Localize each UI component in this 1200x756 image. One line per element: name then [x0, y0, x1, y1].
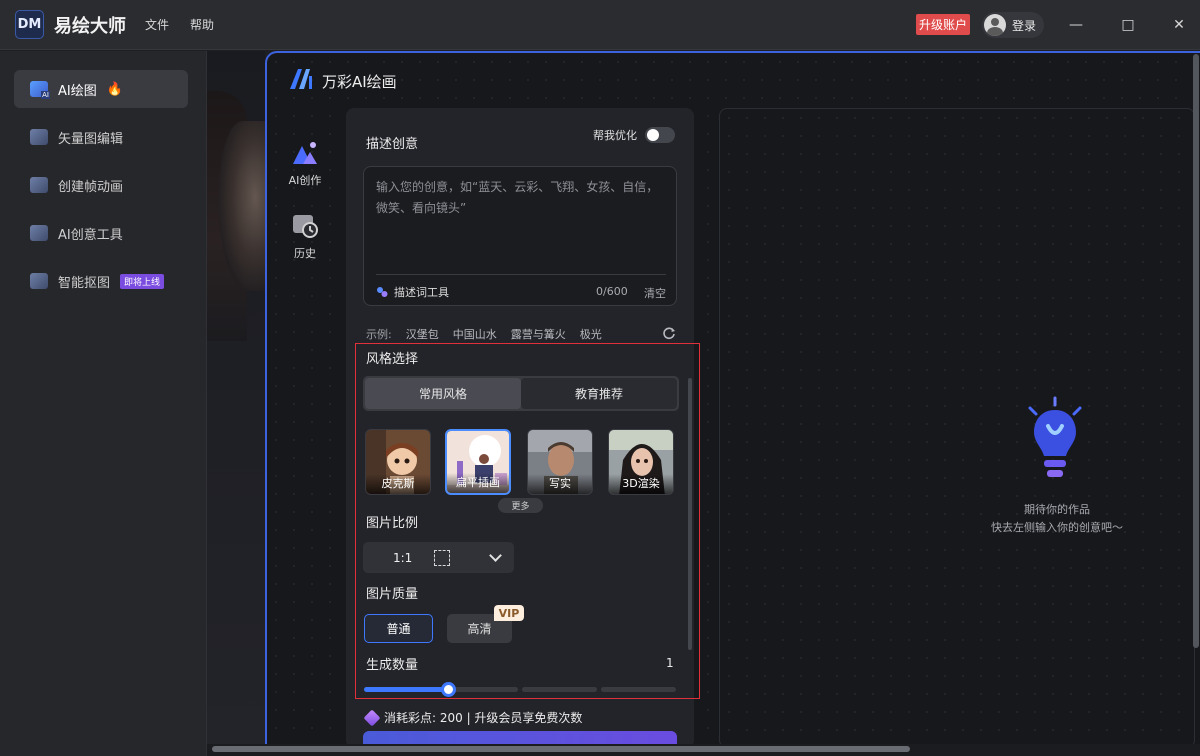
maximize-button[interactable]: □ — [1115, 12, 1141, 38]
more-styles-button[interactable]: 更多 — [498, 498, 543, 513]
vector-edit-icon — [30, 129, 48, 145]
avatar — [984, 14, 1006, 36]
optimize-toggle[interactable]: 帮我优化 — [593, 127, 675, 143]
style-card-label: 3D渲染 — [609, 474, 673, 494]
login-button[interactable]: 登录 — [982, 12, 1045, 38]
examples-label: 示例: — [366, 328, 392, 341]
chevron-down-icon — [489, 549, 502, 562]
describe-title: 描述创意 — [366, 137, 419, 152]
sidebar-item-label: 智能抠图 — [58, 275, 111, 291]
style-card-label: 写实 — [528, 474, 592, 494]
history-icon — [293, 215, 318, 238]
horizontal-scrollbar[interactable] — [207, 744, 1200, 756]
ratio-select[interactable]: 1:1 — [363, 542, 514, 573]
tab-label: AI创作 — [288, 174, 322, 187]
ai-creative-tool-icon — [30, 225, 48, 241]
style-card-3d-render[interactable]: 3D渲染 — [608, 429, 674, 495]
prompt-tool-label: 描述词工具 — [394, 286, 449, 299]
form-scrollbar[interactable] — [688, 378, 692, 650]
toggle-switch[interactable] — [645, 127, 675, 143]
empty-state-title: 期待你的作品 — [1024, 503, 1090, 516]
slider-thumb[interactable] — [441, 682, 456, 697]
ai-image-icon — [30, 81, 50, 99]
square-frame-icon — [434, 549, 451, 566]
style-card-realistic[interactable]: 写实 — [527, 429, 593, 495]
background-artwork — [207, 51, 265, 756]
sidebar-item-vector-edit[interactable]: 矢量图编辑 — [14, 118, 188, 156]
login-label: 登录 — [1012, 18, 1037, 33]
quality-normal-button[interactable]: 普通 — [364, 614, 433, 643]
style-card-label: 皮克斯 — [366, 474, 430, 494]
sidebar-item-label: AI绘图 — [58, 83, 97, 99]
example-chip[interactable]: 汉堡包 — [406, 326, 439, 342]
prompt-char-count: 0/600 — [596, 285, 628, 298]
cost-text: 消耗彩点: 200 | 升级会员享免费次数 — [384, 711, 583, 725]
upgrade-account-button[interactable]: 升级账户 — [916, 14, 970, 35]
coming-soon-badge: 即将上线 — [120, 273, 165, 289]
tab-common-styles[interactable]: 常用风格 — [365, 378, 521, 409]
lightbulb-icon — [1028, 396, 1082, 477]
sidebar-item-ai-creative-tool[interactable]: AI创意工具 — [14, 214, 188, 252]
ai-create-icon — [293, 142, 317, 164]
preview-area — [719, 108, 1195, 748]
example-list: 示例: 汉堡包 中国山水 露营与篝火 极光 — [366, 326, 602, 342]
color-point-icon — [363, 709, 381, 726]
style-title: 风格选择 — [366, 352, 419, 367]
example-chip[interactable]: 中国山水 — [453, 326, 497, 342]
prompt-input[interactable] — [376, 177, 666, 267]
smart-cutout-icon — [30, 273, 48, 289]
style-tab-group: 常用风格 教育推荐 — [363, 376, 679, 411]
count-value: 1 — [666, 656, 674, 670]
ratio-title: 图片比例 — [366, 516, 419, 531]
example-chip[interactable]: 极光 — [580, 326, 602, 342]
sidebar-item-frame-animation[interactable]: 创建帧动画 — [14, 166, 188, 204]
optimize-label: 帮我优化 — [593, 129, 637, 142]
menu-help[interactable]: 帮助 — [190, 16, 214, 33]
clear-button[interactable]: 清空 — [644, 285, 666, 301]
refresh-icon[interactable] — [662, 326, 676, 340]
style-card-pixar[interactable]: 皮克斯 — [365, 429, 431, 495]
count-slider[interactable] — [364, 682, 676, 697]
ratio-value: 1:1 — [393, 550, 413, 565]
style-card-label: 扁平插画 — [447, 473, 509, 493]
style-card-flat-illustration[interactable]: 扁平插画 — [445, 429, 511, 495]
empty-state-hint: 快去左侧输入你的创意吧～ — [991, 521, 1123, 534]
app-title: 易绘大师 — [54, 16, 126, 37]
app-logo: DM — [15, 10, 44, 39]
scrollbar-thumb[interactable] — [212, 746, 910, 752]
tab-education-styles[interactable]: 教育推荐 — [521, 378, 677, 409]
scrollbar-thumb[interactable] — [1193, 54, 1199, 648]
slider-fill — [364, 687, 448, 692]
brand-logo-icon — [290, 69, 312, 89]
vertical-scrollbar[interactable] — [1192, 52, 1200, 650]
sidebar: AI绘图 🔥 矢量图编辑 创建帧动画 AI创意工具 智能抠图 即将上线 — [0, 51, 207, 756]
close-button[interactable]: ✕ — [1166, 12, 1192, 38]
prompt-box: 描述词工具 0/600 清空 — [363, 166, 677, 306]
quality-title: 图片质量 — [366, 587, 419, 602]
sidebar-item-label: AI创意工具 — [58, 227, 123, 243]
frame-animation-icon — [30, 177, 48, 193]
prompt-tool-icon — [377, 287, 388, 297]
example-chip[interactable]: 露营与篝火 — [511, 326, 566, 342]
vip-badge: VIP — [494, 605, 524, 621]
sidebar-item-smart-cutout[interactable]: 智能抠图 即将上线 — [14, 262, 188, 300]
minimize-button[interactable]: — — [1063, 12, 1089, 38]
fire-icon: 🔥 — [106, 81, 123, 97]
tab-label: 历史 — [294, 247, 316, 260]
sidebar-item-label: 矢量图编辑 — [58, 131, 124, 147]
panel-title: 万彩AI绘画 — [322, 73, 397, 91]
tab-ai-create[interactable]: AI创作 — [282, 140, 328, 188]
menu-file[interactable]: 文件 — [145, 16, 169, 33]
sidebar-item-ai-drawing[interactable]: AI绘图 🔥 — [14, 70, 188, 108]
prompt-tool-button[interactable]: 描述词工具 — [376, 284, 449, 300]
cost-info: 消耗彩点: 200 | 升级会员享免费次数 — [363, 709, 583, 726]
count-title: 生成数量 — [366, 658, 419, 673]
sidebar-item-label: 创建帧动画 — [58, 179, 124, 195]
tab-history[interactable]: 历史 — [282, 213, 328, 261]
